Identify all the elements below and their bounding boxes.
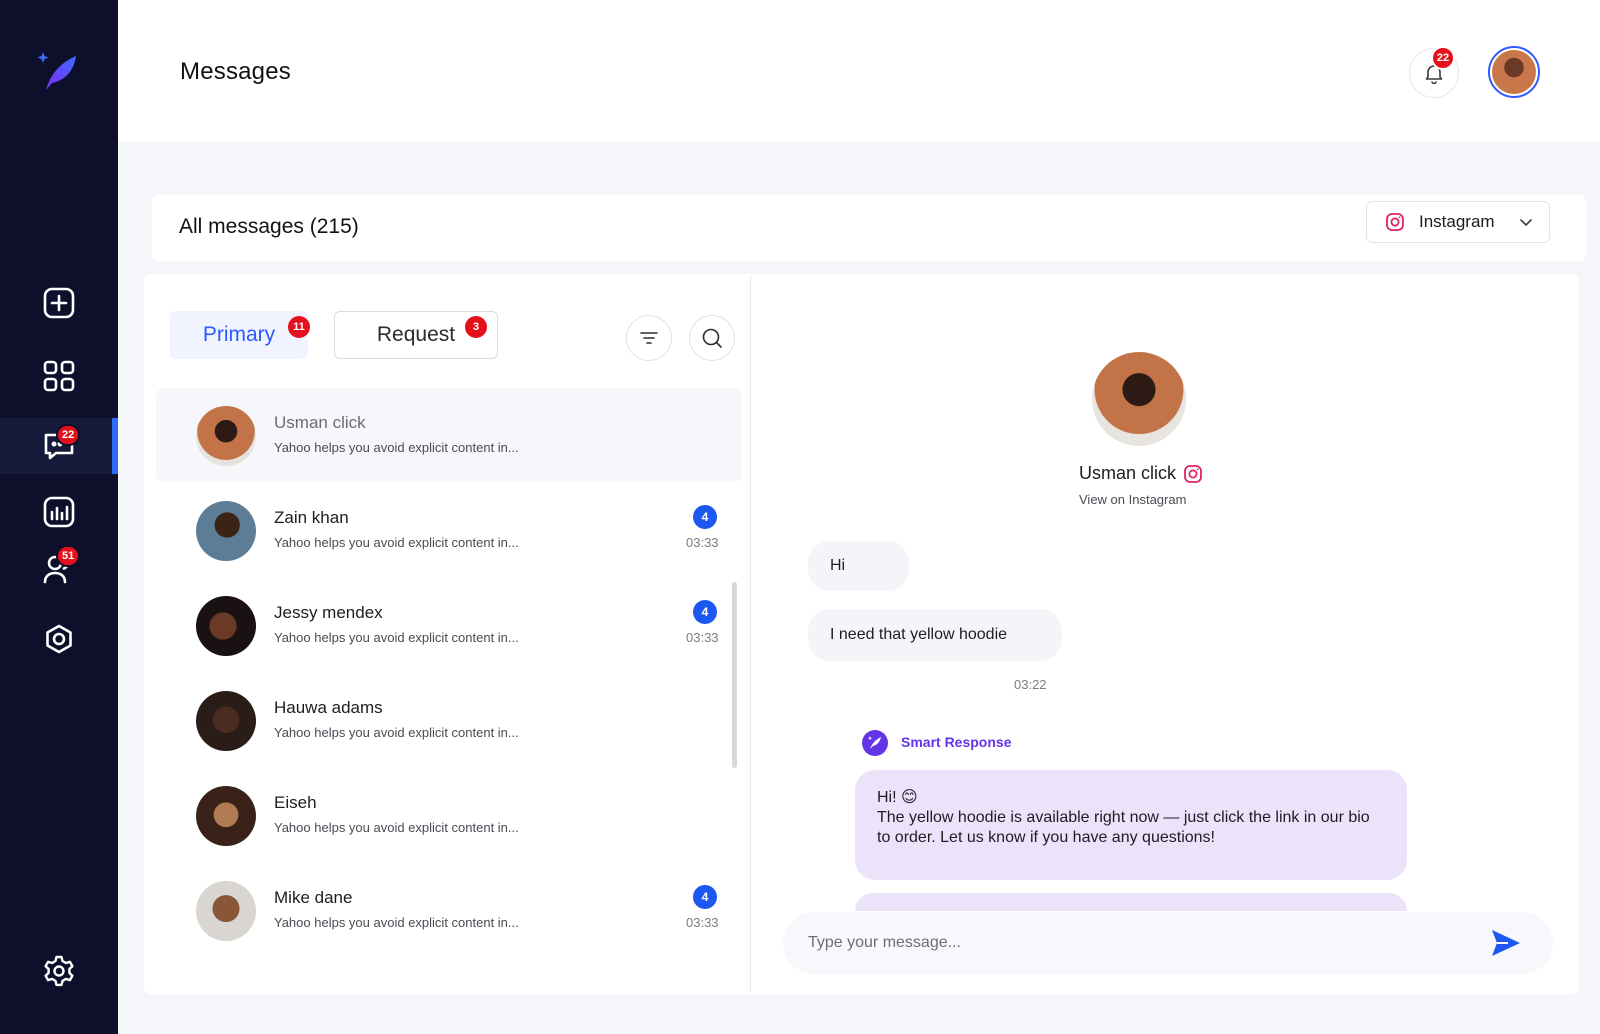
- message-preview: Yahoo helps you avoid explicit content i…: [274, 725, 519, 740]
- search-button[interactable]: [689, 315, 735, 361]
- inbox-title: All messages (215): [179, 215, 359, 238]
- filter-icon: [640, 332, 658, 344]
- tab-primary-badge: 11: [288, 316, 310, 338]
- message-text: I need that yellow hoodie: [830, 626, 1008, 643]
- top-bar: Messages 22: [118, 0, 1600, 142]
- instagram-icon: [1184, 465, 1202, 483]
- message-time: 03:22: [1014, 677, 1047, 692]
- contact-avatar: [196, 406, 256, 466]
- conversation-item[interactable]: Jessy mendex Yahoo helps you avoid expli…: [156, 578, 742, 672]
- conversation-item[interactable]: Mike dane Yahoo helps you avoid explicit…: [156, 863, 742, 957]
- analytics-chart-icon: [43, 496, 75, 528]
- unread-count-badge: 4: [693, 505, 717, 529]
- contact-name: Zain khan: [274, 508, 349, 527]
- tab-request-badge: 3: [465, 316, 487, 338]
- smart-response-message[interactable]: Hi! 😊 The yellow hoodie is available rig…: [855, 770, 1407, 880]
- contact-avatar: [196, 596, 256, 656]
- conversation-item[interactable]: Hauwa adams Yahoo helps you avoid explic…: [156, 673, 742, 767]
- unread-count-badge: 4: [693, 600, 717, 624]
- contact-name: Usman click: [274, 413, 366, 432]
- smart-reply-greeting: Hi! 😊: [877, 789, 918, 806]
- contact-avatar: [196, 881, 256, 941]
- conversation-item[interactable]: Eiseh Yahoo helps you avoid explicit con…: [156, 768, 742, 862]
- sidebar-item-settings[interactable]: [0, 943, 118, 999]
- instagram-icon: [1386, 213, 1404, 231]
- message-preview: Yahoo helps you avoid explicit content i…: [274, 915, 519, 930]
- contact-name: Mike dane: [274, 888, 353, 907]
- user-avatar[interactable]: [1488, 46, 1540, 98]
- grid-icon: [43, 360, 75, 392]
- chat-contact-avatar[interactable]: [1092, 352, 1186, 446]
- contact-name: Hauwa adams: [274, 698, 383, 717]
- sidebar-item-messages[interactable]: 22: [0, 418, 118, 474]
- message-preview: Yahoo helps you avoid explicit content i…: [274, 630, 519, 645]
- brand-logo-icon[interactable]: [36, 50, 80, 94]
- search-icon: [702, 328, 722, 348]
- message-text: Hi: [830, 557, 846, 574]
- tab-primary[interactable]: Primary: [170, 311, 308, 359]
- smart-response-icon: [862, 730, 888, 756]
- messages-badge: 22: [56, 424, 81, 446]
- smart-response-message-partial: [855, 893, 1407, 911]
- sidebar-item-create[interactable]: [0, 275, 118, 331]
- message-composer: [783, 912, 1553, 974]
- inbox-header: All messages (215) Instagram: [152, 195, 1586, 261]
- sidebar-item-dashboard[interactable]: [0, 348, 118, 404]
- automation-gear-icon: [46, 624, 72, 654]
- smart-reply-text: The yellow hoodie is available right now…: [877, 809, 1370, 846]
- contact-avatar: [196, 691, 256, 751]
- notification-badge: 22: [1431, 46, 1455, 70]
- sidebar-item-audience[interactable]: 51: [0, 541, 118, 597]
- send-icon[interactable]: [1490, 928, 1522, 958]
- tab-request-label: Request: [376, 323, 456, 346]
- message-time: 03:33: [686, 630, 719, 645]
- conversation-item[interactable]: Usman click Yahoo helps you avoid explic…: [156, 388, 742, 482]
- filter-button[interactable]: [626, 315, 672, 361]
- contact-avatar: [196, 786, 256, 846]
- conversation-item[interactable]: Zain khan Yahoo helps you avoid explicit…: [156, 483, 742, 577]
- sidebar: 22 51: [0, 0, 118, 1034]
- view-on-instagram-link[interactable]: View on Instagram: [1079, 492, 1186, 507]
- page-title: Messages: [180, 58, 291, 85]
- plus-square-icon: [43, 287, 75, 319]
- tab-primary-label: Primary: [202, 323, 276, 346]
- contact-avatar: [196, 501, 256, 561]
- message-preview: Yahoo helps you avoid explicit content i…: [274, 820, 519, 835]
- smart-response-label: Smart Response: [901, 734, 1012, 750]
- platform-dropdown[interactable]: Instagram: [1366, 201, 1550, 243]
- gear-icon: [44, 955, 74, 987]
- message-time: 03:33: [686, 535, 719, 550]
- message-input[interactable]: [808, 912, 1448, 974]
- platform-dropdown-value: Instagram: [1419, 212, 1495, 231]
- sidebar-item-analytics[interactable]: [0, 484, 118, 540]
- unread-count-badge: 4: [693, 885, 717, 909]
- sidebar-item-automation[interactable]: [0, 612, 118, 668]
- message-time: 03:33: [686, 915, 719, 930]
- incoming-message: Hi: [808, 541, 909, 591]
- audience-badge: 51: [56, 545, 81, 567]
- message-preview: Yahoo helps you avoid explicit content i…: [274, 535, 519, 550]
- chevron-down-icon: [1520, 219, 1532, 227]
- contact-name: Jessy mendex: [274, 603, 383, 622]
- incoming-message: I need that yellow hoodie: [808, 609, 1062, 661]
- chat-contact-name: Usman click: [1079, 463, 1177, 483]
- conversation-list-scrollbar[interactable]: [732, 582, 737, 768]
- contact-name: Eiseh: [274, 793, 317, 812]
- panel-divider: [750, 276, 751, 992]
- message-preview: Yahoo helps you avoid explicit content i…: [274, 440, 519, 455]
